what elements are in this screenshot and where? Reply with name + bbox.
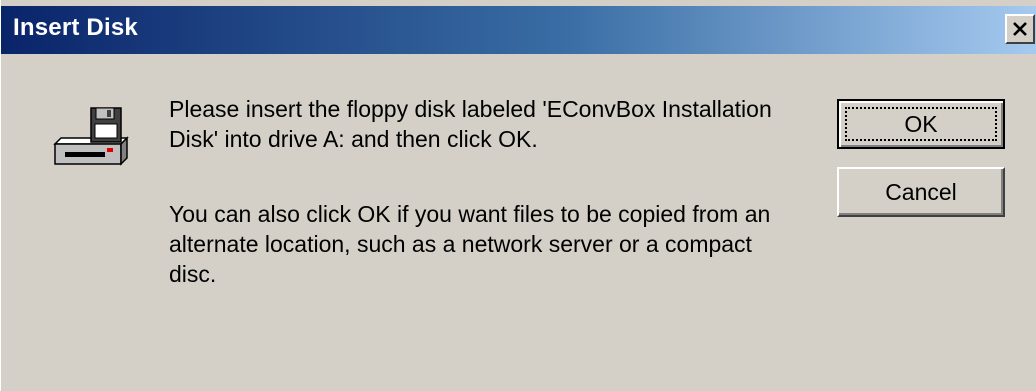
ok-button[interactable]: OK [837, 99, 1005, 149]
alternate-location-text: You can also click OK if you want files … [169, 201, 771, 287]
floppy-drive-icon [53, 107, 129, 166]
cancel-button-label: Cancel [885, 178, 957, 205]
close-button[interactable] [1005, 14, 1035, 44]
instruction-text: Please insert the floppy disk labeled 'E… [169, 96, 772, 152]
title-bar[interactable]: Insert Disk [1, 6, 1036, 54]
ok-button-label: OK [904, 110, 938, 137]
cancel-button[interactable]: Cancel [837, 167, 1005, 217]
insert-disk-dialog: Insert Disk Please insert the floppy dis… [0, 0, 1036, 391]
close-icon [1013, 22, 1027, 36]
dialog-title: Insert Disk [13, 14, 138, 41]
